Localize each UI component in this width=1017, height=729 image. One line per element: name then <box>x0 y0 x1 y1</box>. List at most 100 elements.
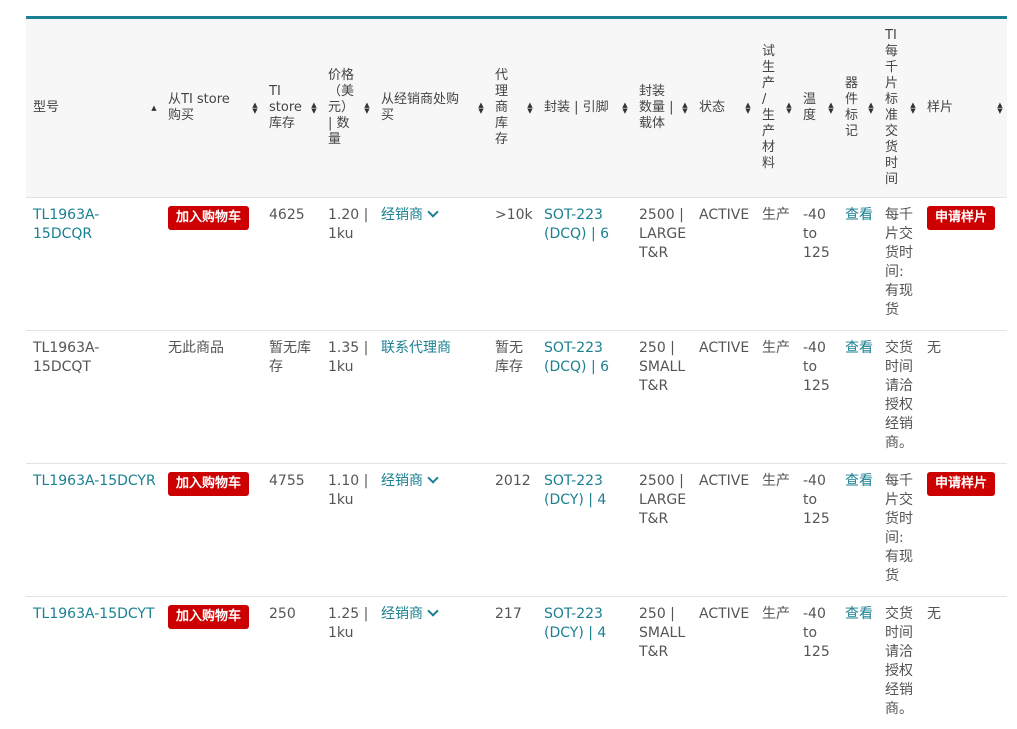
status-cell: ACTIVE <box>692 196 755 330</box>
sample-cell: 无 <box>920 329 1007 463</box>
buy-cell: 加入购物车 <box>161 595 262 729</box>
sort-icon[interactable]: ▲ ▼ <box>681 101 689 114</box>
marking-cell: 查看 <box>838 462 878 596</box>
package-link[interactable]: SOT-223 (DCY) | 4 <box>544 606 606 641</box>
add-to-cart-button[interactable]: 加入购物车 <box>168 604 250 629</box>
table-row: TL1963A-15DCYT 加入购物车 250 1.25 | 1ku 经销商 … <box>26 595 1007 729</box>
material-cell: 生产 <box>755 329 796 463</box>
header-price-quantity[interactable]: 价格（美元）| 数量 ▲ ▼ <box>321 19 374 197</box>
package-cell: SOT-223 (DCY) | 4 <box>537 462 632 596</box>
marking-cell: 查看 <box>838 595 878 729</box>
status-cell: ACTIVE <box>692 329 755 463</box>
sort-icon[interactable]: ▲ ▼ <box>827 101 835 114</box>
price-cell: 1.25 | 1ku <box>321 595 374 729</box>
view-marking-link[interactable]: 查看 <box>845 473 873 489</box>
contact-distributor-link[interactable]: 联系代理商 <box>381 340 451 356</box>
package-link[interactable]: SOT-223 (DCQ) | 6 <box>544 207 609 242</box>
material-cell: 生产 <box>755 196 796 330</box>
sort-icon[interactable]: ▲ ▼ <box>744 101 752 114</box>
orderable-parts-table: 型号 ▲ 从TI store 购买 ▲ ▼ TI store 库存 ▲ ▼ 价格（美元）|… <box>26 19 1007 729</box>
package-link[interactable]: SOT-223 (DCY) | 4 <box>544 473 606 508</box>
header-package-pins[interactable]: 封装 | 引脚 ▲ ▼ <box>537 19 632 197</box>
package-qty-cell: 2500 | LARGE T&R <box>632 196 692 330</box>
temperature-cell: -40 to 125 <box>796 595 838 729</box>
chevron-down-icon <box>427 604 439 617</box>
package-link[interactable]: SOT-223 (DCQ) | 6 <box>544 340 609 375</box>
sort-icon[interactable]: ▲ ▼ <box>867 101 875 114</box>
buy-cell: 无此商品 <box>161 329 262 463</box>
status-cell: ACTIVE <box>692 595 755 729</box>
header-distributor-stock[interactable]: 代理商库存 ▲ ▼ <box>488 19 537 197</box>
table-row: TL1963A-15DCYR 加入购物车 4755 1.10 | 1ku 经销商… <box>26 462 1007 596</box>
sort-icon[interactable]: ▲ ▼ <box>621 101 629 114</box>
view-marking-link[interactable]: 查看 <box>845 207 873 223</box>
add-to-cart-button[interactable]: 加入购物车 <box>168 471 250 496</box>
lead-time-cell: 交货时间请洽授权经销商。 <box>878 595 920 729</box>
distributor-stock-cell: 217 <box>488 595 537 729</box>
package-cell: SOT-223 (DCQ) | 6 <box>537 196 632 330</box>
distributor-dropdown[interactable]: 经销商 <box>381 604 439 622</box>
distributor-cell: 联系代理商 <box>374 329 488 463</box>
request-sample-button[interactable]: 申请样片 <box>927 205 996 230</box>
part-number-link[interactable]: TL1963A-15DCYR <box>33 473 156 489</box>
package-qty-cell: 2500 | LARGE T&R <box>632 462 692 596</box>
view-marking-link[interactable]: 查看 <box>845 606 873 622</box>
sort-icon[interactable]: ▲ ▼ <box>251 101 259 114</box>
distributor-cell: 经销商 <box>374 462 488 596</box>
header-temperature[interactable]: 温度 ▲ ▼ <box>796 19 838 197</box>
header-part-number[interactable]: 型号 ▲ <box>26 19 161 197</box>
buy-cell: 加入购物车 <box>161 462 262 596</box>
sort-icon[interactable]: ▲ ▼ <box>996 101 1004 114</box>
header-device-marking[interactable]: 器件标记 ▲ ▼ <box>838 19 878 197</box>
package-qty-cell: 250 | SMALL T&R <box>632 329 692 463</box>
stock-cell: 4625 <box>262 196 321 330</box>
sort-icon[interactable]: ▲ ▼ <box>909 101 917 114</box>
part-number-cell: TL1963A-15DCQT <box>26 329 161 463</box>
stock-cell: 250 <box>262 595 321 729</box>
distributor-stock-cell: 2012 <box>488 462 537 596</box>
add-to-cart-button[interactable]: 加入购物车 <box>168 205 250 230</box>
header-buy-from-distributor[interactable]: 从经销商处购买 ▲ ▼ <box>374 19 488 197</box>
stock-cell: 4755 <box>262 462 321 596</box>
chevron-down-icon <box>427 205 439 218</box>
table-row: TL1963A-15DCQR 加入购物车 4625 1.20 | 1ku 经销商… <box>26 196 1007 330</box>
table-header-row: 型号 ▲ 从TI store 购买 ▲ ▼ TI store 库存 ▲ ▼ 价格（美元）|… <box>26 19 1007 197</box>
sort-icon[interactable]: ▲ ▼ <box>477 101 485 114</box>
part-number-link[interactable]: TL1963A-15DCYT <box>33 606 155 622</box>
temperature-cell: -40 to 125 <box>796 462 838 596</box>
request-sample-button[interactable]: 申请样片 <box>927 471 996 496</box>
distributor-dropdown[interactable]: 经销商 <box>381 205 439 223</box>
header-production-material[interactable]: 试生产/生产材料 ▲ ▼ <box>755 19 796 197</box>
sort-icon[interactable]: ▲ ▼ <box>526 101 534 114</box>
chevron-down-icon <box>427 471 439 484</box>
header-ti-store-stock[interactable]: TI store 库存 ▲ ▼ <box>262 19 321 197</box>
stock-cell: 暂无库存 <box>262 329 321 463</box>
sample-cell: 申请样片 <box>920 196 1007 330</box>
header-package-qty-carrier[interactable]: 封装数量 | 载体 ▲ ▼ <box>632 19 692 197</box>
table-row: TL1963A-15DCQT 无此商品 暂无库存 1.35 | 1ku 联系代理… <box>26 329 1007 463</box>
sort-icon[interactable]: ▲ ▼ <box>310 101 318 114</box>
sort-icon[interactable]: ▲ ▼ <box>363 101 371 114</box>
sort-icon[interactable]: ▲ ▼ <box>785 101 793 114</box>
product-table-container: 型号 ▲ 从TI store 购买 ▲ ▼ TI store 库存 ▲ ▼ 价格（美元）|… <box>26 16 1007 729</box>
temperature-cell: -40 to 125 <box>796 196 838 330</box>
sample-cell: 无 <box>920 595 1007 729</box>
view-marking-link[interactable]: 查看 <box>845 340 873 356</box>
part-number-cell: TL1963A-15DCQR <box>26 196 161 330</box>
header-status[interactable]: 状态 ▲ ▼ <box>692 19 755 197</box>
package-cell: SOT-223 (DCQ) | 6 <box>537 329 632 463</box>
price-cell: 1.10 | 1ku <box>321 462 374 596</box>
distributor-dropdown[interactable]: 经销商 <box>381 471 439 489</box>
header-lead-time[interactable]: TI每千片标准交货时间 ▲ ▼ <box>878 19 920 197</box>
price-cell: 1.20 | 1ku <box>321 196 374 330</box>
temperature-cell: -40 to 125 <box>796 329 838 463</box>
header-samples[interactable]: 样片 ▲ ▼ <box>920 19 1007 197</box>
sort-ascending-icon[interactable]: ▲ <box>150 104 158 111</box>
part-number-link[interactable]: TL1963A-15DCQR <box>33 207 99 242</box>
header-buy-ti-store[interactable]: 从TI store 购买 ▲ ▼ <box>161 19 262 197</box>
package-cell: SOT-223 (DCY) | 4 <box>537 595 632 729</box>
package-qty-cell: 250 | SMALL T&R <box>632 595 692 729</box>
marking-cell: 查看 <box>838 329 878 463</box>
part-number-cell: TL1963A-15DCYT <box>26 595 161 729</box>
distributor-stock-cell: 暂无库存 <box>488 329 537 463</box>
